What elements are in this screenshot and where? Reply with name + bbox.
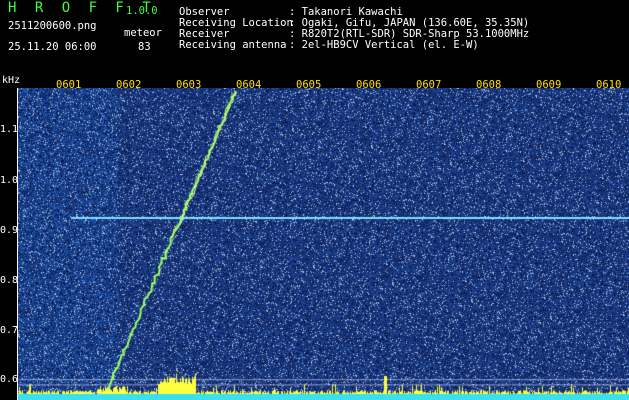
- y-tick: 0.9: [0, 225, 19, 236]
- y-tick: 1.0: [0, 175, 19, 186]
- antenna-label: Receiving antenna: [179, 39, 287, 51]
- y-tick: 0.8: [0, 275, 19, 286]
- y-tick: 1.1: [0, 124, 19, 135]
- y-tick: 0.6: [0, 374, 19, 385]
- meteor-label: meteor: [124, 27, 162, 39]
- spectrogram: [18, 88, 629, 400]
- spectrogram-canvas: [18, 88, 629, 400]
- y-tick: 0.7: [0, 325, 19, 336]
- meteor-count: 83: [138, 41, 151, 53]
- app-version: 1.0.0: [126, 5, 158, 17]
- antenna-value: : 2el-HB9CV Vertical (el. E-W): [289, 39, 479, 51]
- header-panel: H R O F F T 1.0.0 2511200600.png 25.11.2…: [0, 0, 629, 72]
- y-axis-unit: kHz: [2, 75, 21, 86]
- filename-label: 2511200600.png: [8, 20, 97, 32]
- datetime-label: 25.11.20 06:00: [8, 41, 97, 53]
